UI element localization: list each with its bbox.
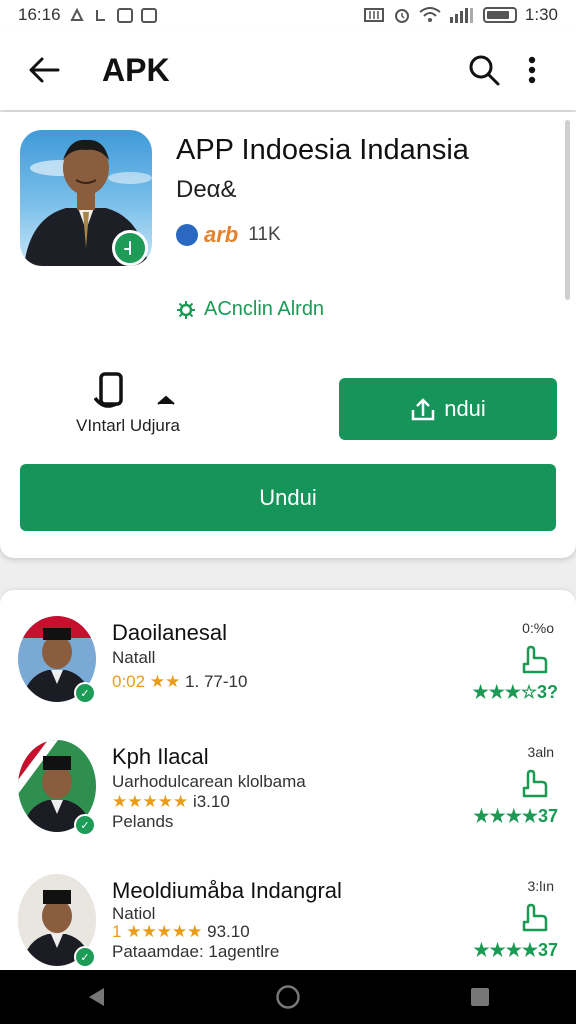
- download-button-label: ndui: [444, 396, 486, 421]
- page-title: APK: [102, 51, 170, 88]
- rating-source-label: arb: [204, 222, 239, 247]
- item-category: Pataamdae: 1agentlre: [112, 942, 280, 961]
- install-button-label: Undui: [259, 484, 317, 510]
- verified-badge-icon: ✓: [74, 946, 96, 968]
- item-rating: ★★★★37: [473, 940, 558, 960]
- item-size: 3:lın: [527, 878, 554, 894]
- status-right-text: 1:30: [524, 5, 558, 24]
- upload-icon: [411, 398, 435, 421]
- item-version: i3.10: [192, 792, 230, 811]
- item-subtitle: Natiol: [112, 904, 156, 923]
- item-name: Meoldiumåba Indangral: [112, 878, 342, 903]
- item-version: 93.10: [207, 922, 250, 941]
- phone-share-icon: [94, 372, 123, 408]
- item-rating: ★★★☆3?: [472, 682, 558, 702]
- gear-icon: [177, 300, 195, 319]
- triangle-back-icon: [89, 988, 104, 1006]
- search-icon: [469, 55, 500, 86]
- related-apps-list: ✓ Daoilanesal Natall 0:02 ★★ 1. 77-10 0:…: [0, 590, 576, 970]
- download-button[interactable]: ndui: [339, 378, 557, 440]
- item-name: Daoilanesal: [112, 620, 227, 645]
- item-category: Pelands: [112, 812, 174, 831]
- list-item[interactable]: ✓ Daoilanesal Natall 0:02 ★★ 1. 77-10 0:…: [0, 616, 576, 744]
- back-button[interactable]: [20, 46, 68, 94]
- item-rating: ★★★★37: [473, 806, 558, 826]
- more-options-button[interactable]: [508, 46, 556, 94]
- download-icon[interactable]: [518, 902, 550, 934]
- system-nav-bar: [0, 970, 576, 1024]
- notification-icon: [93, 7, 109, 23]
- notification-icon: [116, 7, 133, 23]
- share-label: VIntarl Udjura: [76, 416, 180, 435]
- rating-row: arb 11K: [176, 222, 281, 248]
- status-left: 16:16: [18, 5, 157, 25]
- rating-source-icon: [176, 224, 198, 246]
- app-name: APP Indoesia Indansia: [176, 134, 469, 166]
- item-subtitle: Natall: [112, 648, 156, 667]
- nav-recents-button[interactable]: [450, 977, 510, 1017]
- star-rating-icon: ★★: [149, 672, 181, 691]
- item-size: 3aln: [527, 744, 554, 760]
- item-rating-line: ★★★★★ i3.10: [112, 792, 230, 812]
- vibrate-icon: [363, 7, 385, 23]
- square-recents-icon: [471, 988, 489, 1006]
- more-vert-icon: [528, 56, 536, 84]
- download-icon[interactable]: [518, 644, 550, 676]
- image-icon: [140, 7, 157, 23]
- star-rating-icon: ★★★★★: [126, 922, 203, 941]
- nav-back-button[interactable]: [66, 977, 126, 1017]
- verified-badge-icon: [112, 230, 148, 266]
- item-rating-line: 0:02 ★★ 1. 77-10: [112, 672, 247, 692]
- search-button[interactable]: [460, 46, 508, 94]
- item-subtitle: Uarhodulcarean klolbama: [112, 772, 306, 791]
- version-label: ACnclin Alrdn: [204, 298, 325, 320]
- download-icon[interactable]: [518, 768, 550, 800]
- circle-home-icon: [276, 985, 300, 1009]
- version-info[interactable]: ACnclin Alrdn: [176, 298, 324, 321]
- item-rating-prefix: 0:02: [112, 672, 146, 691]
- status-right: 1:30: [363, 5, 558, 25]
- list-item[interactable]: ✓ Kph Ilacal Uarhodulcarean klolbama ★★★…: [0, 740, 576, 868]
- status-time: 16:16: [18, 5, 61, 24]
- back-arrow-icon: [29, 57, 60, 83]
- nav-home-button[interactable]: [258, 977, 318, 1017]
- notification-icon: [69, 7, 85, 23]
- verified-badge-icon: ✓: [74, 682, 96, 704]
- star-rating-icon: ★★★★★: [112, 792, 189, 811]
- chevron-up-icon: [157, 395, 175, 405]
- item-size: 0:%o: [522, 620, 554, 636]
- item-name: Kph Ilacal: [112, 744, 209, 769]
- app-bar: APK: [0, 30, 576, 110]
- item-rating-line: 1 ★★★★★ 93.10: [112, 922, 250, 942]
- list-item[interactable]: ✓ Meoldiumåba Indangral Natiol 1 ★★★★★ 9…: [0, 874, 576, 970]
- item-version: 1. 77-10: [185, 672, 248, 691]
- scrollbar[interactable]: [565, 120, 570, 300]
- verified-badge-icon: ✓: [74, 814, 96, 836]
- signal-icon: [449, 7, 475, 23]
- item-rating-prefix: 1: [112, 922, 122, 941]
- share-button[interactable]: VIntarl Udjura: [76, 368, 206, 438]
- wifi-icon: [419, 7, 441, 23]
- alarm-icon: [393, 6, 411, 24]
- install-button[interactable]: Undui: [20, 464, 556, 531]
- app-developer[interactable]: Deα&: [176, 176, 237, 204]
- status-bar: 16:16 1:30: [0, 0, 576, 30]
- app-detail-card: APP Indoesia Indansia Deα& arb 11K ACncl…: [0, 112, 576, 558]
- battery-icon: [482, 7, 517, 23]
- rating-count: 11K: [248, 224, 281, 245]
